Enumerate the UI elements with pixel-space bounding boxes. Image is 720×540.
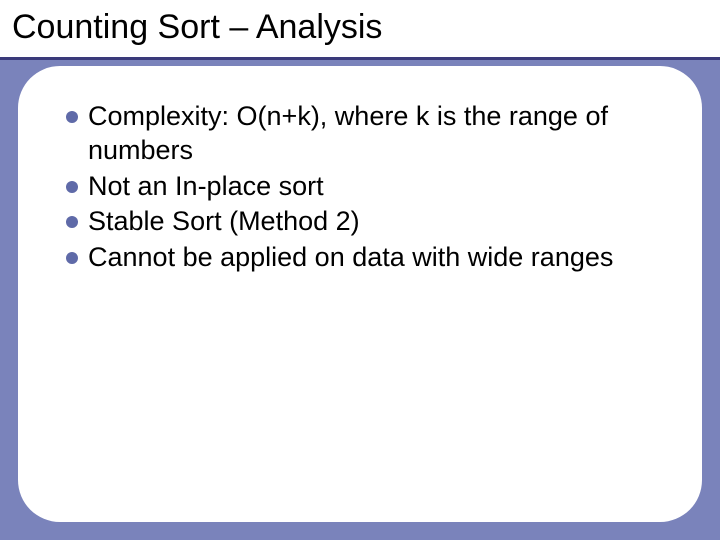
list-item: Stable Sort (Method 2) bbox=[66, 205, 664, 239]
list-item: Not an In-place sort bbox=[66, 170, 664, 204]
list-item: Complexity: O(n+k), where k is the range… bbox=[66, 100, 664, 168]
list-item: Cannot be applied on data with wide rang… bbox=[66, 241, 664, 275]
slide-content-box: Complexity: O(n+k), where k is the range… bbox=[18, 66, 702, 522]
slide-title: Counting Sort – Analysis bbox=[12, 8, 708, 47]
bullet-list: Complexity: O(n+k), where k is the range… bbox=[66, 100, 664, 275]
slide-title-area: Counting Sort – Analysis bbox=[0, 0, 720, 60]
